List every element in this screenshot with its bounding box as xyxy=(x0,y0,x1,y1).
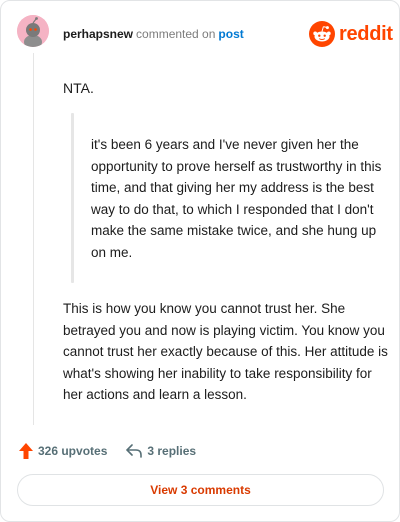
author-avatar[interactable] xyxy=(17,15,49,47)
replies-count: 3 replies xyxy=(147,444,197,458)
reddit-brand[interactable]: reddit xyxy=(309,21,393,47)
snoo-avatar-icon xyxy=(17,15,49,47)
author-name[interactable]: perhapsnew xyxy=(63,27,133,41)
upvote-count: 326 upvotes xyxy=(38,444,108,458)
reddit-wordmark: reddit xyxy=(339,22,393,45)
replies-button[interactable]: 3 replies xyxy=(125,443,196,459)
comment-meta: perhapsnew commented on post xyxy=(63,27,244,41)
upvote-button[interactable]: 326 upvotes xyxy=(18,442,107,460)
reddit-logo-icon xyxy=(309,21,335,47)
blockquote-text: it's been 6 years and I've never given h… xyxy=(91,137,382,260)
comment-paragraph: This is how you know you cannot trust he… xyxy=(63,301,388,402)
comment-paragraph: NTA. xyxy=(63,80,94,96)
upvote-arrow-icon xyxy=(19,443,33,459)
comment-card: perhapsnew commented on post reddit NTA. i… xyxy=(0,0,400,522)
blockquote-bar xyxy=(71,113,74,283)
thread-line[interactable] xyxy=(33,53,34,425)
view-comments-button[interactable]: View 3 comments xyxy=(17,474,384,506)
comment-action-text: commented on xyxy=(136,27,216,41)
post-link[interactable]: post xyxy=(218,27,243,41)
comment-actions: 326 upvotes 3 replies xyxy=(18,441,196,461)
reply-arrow-icon xyxy=(126,444,143,458)
